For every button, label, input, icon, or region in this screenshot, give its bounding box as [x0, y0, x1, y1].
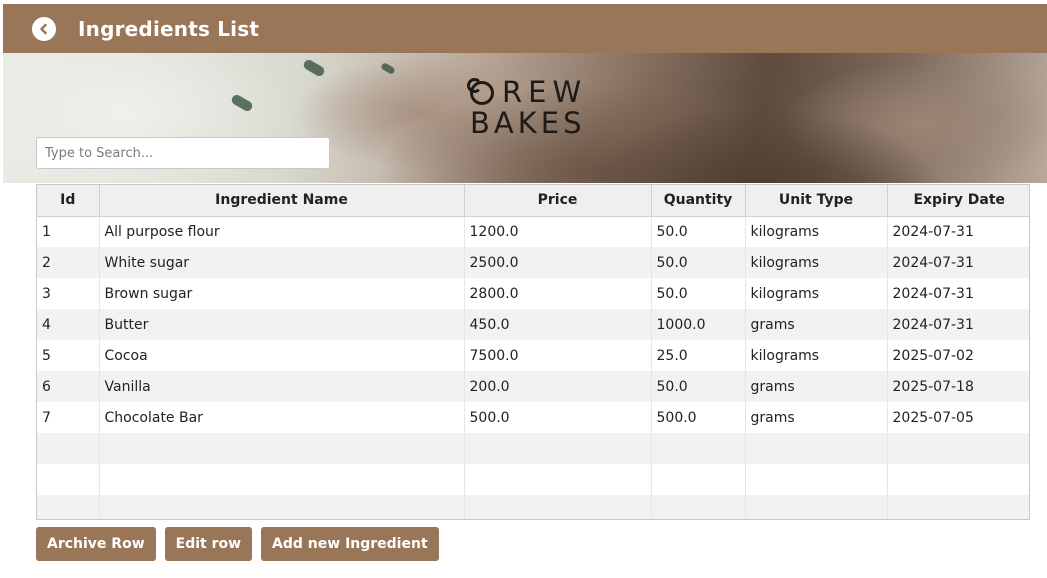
table-row[interactable]: 1 All purpose flour 1200.0 50.0 kilogram… — [37, 216, 1029, 247]
cell-price: 2500.0 — [464, 247, 652, 278]
cell-unit-type: grams — [745, 309, 888, 340]
table-header-row: Id Ingredient Name Price Quantity Unit T… — [37, 185, 1029, 217]
empty-cell — [99, 495, 465, 519]
cell-ingredient-name: Butter — [99, 309, 465, 340]
logo-text-line2: BAKES — [470, 106, 586, 140]
cell-price: 450.0 — [464, 309, 652, 340]
cell-id: 6 — [37, 371, 100, 402]
table-row[interactable]: 6 Vanilla 200.0 50.0 grams 2025-07-18 — [37, 371, 1029, 402]
cell-id: 7 — [37, 402, 100, 433]
empty-cell — [745, 433, 888, 464]
empty-cell — [99, 433, 465, 464]
cell-quantity: 1000.0 — [651, 309, 746, 340]
title-bar: Ingredients List — [3, 4, 1047, 53]
column-header-unit-type[interactable]: Unit Type — [745, 185, 888, 217]
cell-expiry-date: 2024-07-31 — [887, 278, 1029, 309]
brand-logo: REW BAKES — [467, 75, 588, 140]
cell-price: 1200.0 — [464, 216, 652, 247]
cell-ingredient-name: All purpose flour — [99, 216, 465, 247]
cell-id: 5 — [37, 340, 100, 371]
edit-row-button[interactable]: Edit row — [164, 527, 253, 561]
cell-expiry-date: 2025-07-05 — [887, 402, 1029, 433]
cell-id: 2 — [37, 247, 100, 278]
cell-ingredient-name: White sugar — [99, 247, 465, 278]
cell-price: 200.0 — [464, 371, 652, 402]
empty-cell — [887, 433, 1029, 464]
cell-price: 500.0 — [464, 402, 652, 433]
cell-unit-type: grams — [745, 371, 888, 402]
cell-quantity: 50.0 — [651, 216, 746, 247]
cell-quantity: 25.0 — [651, 340, 746, 371]
empty-cell — [887, 464, 1029, 495]
cell-expiry-date: 2024-07-31 — [887, 216, 1029, 247]
cell-id: 1 — [37, 216, 100, 247]
search-input[interactable] — [36, 137, 330, 169]
table-row[interactable]: 3 Brown sugar 2800.0 50.0 kilograms 2024… — [37, 278, 1029, 309]
table-row[interactable]: 5 Cocoa 7500.0 25.0 kilograms 2025-07-02 — [37, 340, 1029, 371]
page-title: Ingredients List — [78, 16, 260, 41]
empty-table-row — [37, 433, 1029, 464]
cell-expiry-date: 2025-07-18 — [887, 371, 1029, 402]
empty-cell — [887, 495, 1029, 519]
cell-id: 3 — [37, 278, 100, 309]
cell-unit-type: kilograms — [745, 340, 888, 371]
table-row[interactable]: 4 Butter 450.0 1000.0 grams 2024-07-31 — [37, 309, 1029, 340]
empty-table-row — [37, 464, 1029, 495]
cell-price: 2800.0 — [464, 278, 652, 309]
archive-row-button[interactable]: Archive Row — [36, 527, 156, 561]
action-bar: Archive Row Edit row Add new Ingredient — [36, 527, 439, 561]
column-header-ingredient-name[interactable]: Ingredient Name — [99, 185, 465, 217]
empty-cell — [37, 495, 100, 519]
empty-cell — [651, 433, 746, 464]
empty-cell — [464, 495, 652, 519]
cell-ingredient-name: Chocolate Bar — [99, 402, 465, 433]
column-header-quantity[interactable]: Quantity — [651, 185, 746, 217]
cell-unit-type: kilograms — [745, 216, 888, 247]
cell-id: 4 — [37, 309, 100, 340]
column-header-price[interactable]: Price — [464, 185, 652, 217]
cell-price: 7500.0 — [464, 340, 652, 371]
empty-cell — [37, 464, 100, 495]
empty-cell — [745, 464, 888, 495]
cell-quantity: 50.0 — [651, 247, 746, 278]
column-header-expiry-date[interactable]: Expiry Date — [887, 185, 1029, 217]
cell-unit-type: kilograms — [745, 278, 888, 309]
add-ingredient-button[interactable]: Add new Ingredient — [261, 527, 439, 561]
cell-quantity: 50.0 — [651, 278, 746, 309]
logo-mark-icon — [467, 77, 494, 105]
empty-cell — [37, 433, 100, 464]
logo-text-line1: REW — [502, 75, 588, 109]
cell-quantity: 50.0 — [651, 371, 746, 402]
cell-expiry-date: 2025-07-02 — [887, 340, 1029, 371]
cell-ingredient-name: Vanilla — [99, 371, 465, 402]
decorative-leaf — [301, 58, 327, 78]
table-row[interactable]: 2 White sugar 2500.0 50.0 kilograms 2024… — [37, 247, 1029, 278]
chevron-left-icon — [40, 23, 47, 34]
decorative-leaf — [229, 93, 255, 113]
empty-cell — [464, 464, 652, 495]
empty-cell — [99, 464, 465, 495]
cell-expiry-date: 2024-07-31 — [887, 309, 1029, 340]
empty-cell — [464, 433, 652, 464]
cell-unit-type: grams — [745, 402, 888, 433]
empty-cell — [745, 495, 888, 519]
empty-cell — [651, 495, 746, 519]
decorative-leaf — [380, 61, 396, 76]
cell-quantity: 500.0 — [651, 402, 746, 433]
cell-expiry-date: 2024-07-31 — [887, 247, 1029, 278]
back-button[interactable] — [32, 16, 56, 41]
cell-ingredient-name: Cocoa — [99, 340, 465, 371]
empty-cell — [651, 464, 746, 495]
cell-unit-type: kilograms — [745, 247, 888, 278]
empty-table-row — [37, 495, 1029, 519]
column-header-id[interactable]: Id — [37, 185, 100, 217]
table-row[interactable]: 7 Chocolate Bar 500.0 500.0 grams 2025-0… — [37, 402, 1029, 433]
ingredients-table: Id Ingredient Name Price Quantity Unit T… — [36, 184, 1030, 520]
cell-ingredient-name: Brown sugar — [99, 278, 465, 309]
